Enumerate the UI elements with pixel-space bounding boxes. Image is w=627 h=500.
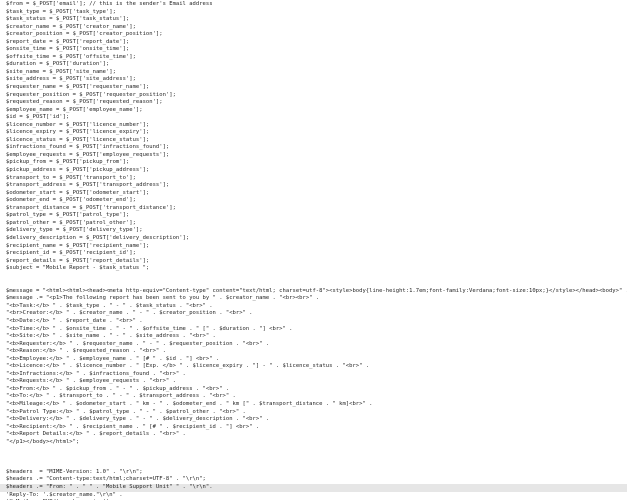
code-line: $from = $_POST['email']; // this is the …	[6, 1, 213, 7]
code-line: "<b>Task:</b> " . $task_type . " - " . $…	[6, 302, 213, 309]
code-line: "<b>Delivery:</b> " . $delivery_type . "…	[6, 416, 270, 423]
code-line: "<b>Requests:</b> " . $employee_requests…	[6, 378, 176, 385]
code-line: $odometer_start = $_POST['odometer_start…	[6, 189, 150, 196]
code-line: $onsite_time = $_POST['onsite_time'];	[6, 46, 130, 53]
code-line: "<b>Report Details:</b> " . $report_deta…	[6, 431, 186, 438]
code-line: $recipient_name = $_POST['recipient_name…	[6, 242, 150, 249]
code-line: $transport_address = $_POST['transport_a…	[6, 182, 170, 189]
code-line: $licence_status = $_POST['licence_status…	[6, 136, 150, 143]
code-line: $site_name = $_POST['site_name'];	[6, 68, 116, 75]
code-line: "<b>Date:</b> " . $report_date . "<br>" …	[6, 317, 143, 324]
code-line: $patrol_other = $_POST['patrol_other'];	[6, 219, 136, 226]
code-line: $licence_expiry = $_POST['licence_expiry…	[6, 129, 150, 136]
code-line: $report_details = $_POST['report_details…	[6, 257, 150, 264]
code-line: $message .= "<p1>The following report ha…	[6, 295, 320, 302]
code-line: $subject = "Mobile Report - $task_status…	[6, 265, 150, 272]
code-line: $creator_name = $_POST['creator_name'];	[6, 23, 136, 30]
code-line: $delivery_type = $_POST['delivery_type']…	[6, 227, 143, 234]
code-line: "<b>From:</b> " . $pickup_from . " - " .…	[6, 385, 230, 392]
code-line: $requester_name = $_POST['requester_name…	[6, 84, 150, 91]
code-line: "<b>Mileage:</b> " . $odometer_start . "…	[6, 400, 373, 407]
code-line: $patrol_type = $_POST['patrol_type'];	[6, 212, 130, 219]
code-line: $licence_number = $_POST['licence_number…	[6, 121, 150, 128]
code-line: $duration = $_POST['duration'];	[6, 61, 110, 68]
code-line: $headers = "MIME-Version: 1.0" . "\r\n";	[6, 468, 143, 475]
code-line: $transport_distance = $_POST['transport_…	[6, 204, 176, 211]
code-line: $creator_position = $_POST['creator_posi…	[6, 31, 163, 38]
code-line: $requested_reason = $_POST['requested_re…	[6, 99, 163, 106]
code-line: $recipient_id = $_POST['recipient_id'];	[6, 250, 136, 257]
code-line: "<b>Infractions:</b> " . $infractions_fo…	[6, 370, 186, 377]
code-line: $odometer_end = $_POST['odometer_end'];	[6, 197, 136, 204]
code-line: "<b>Patrol Type:</b> " . $patrol_type . …	[6, 408, 246, 415]
code-line: $infractions_found = $_POST['infractions…	[6, 144, 170, 151]
code-line: $offsite_time = $_POST['offsite_time'];	[6, 53, 136, 60]
code-editor[interactable]: $from = $_POST['email']; // this is the …	[0, 0, 627, 500]
code-line: $site_address = $_POST['site_address'];	[6, 76, 136, 83]
code-line: $transport_to = $_POST['transport_to'];	[6, 174, 136, 181]
code-line: $pickup_from = $_POST['pickup_from'];	[6, 159, 130, 166]
code-line: $delivery_description = $_POST['delivery…	[6, 234, 190, 241]
code-line: "</p1></body></html>";	[6, 438, 80, 445]
code-line-highlighted: $headers .= "From: " . " " . "Mobile Sup…	[0, 484, 627, 492]
code-line: $report_date = $_POST['report_date'];	[6, 38, 130, 45]
code-line: 'Reply-To: '.$creator_name."\r\n" .	[6, 491, 123, 498]
code-line: "<br>Creator:</b> " . $creator_name . " …	[6, 310, 253, 317]
code-line: $task_type = $_POST['task_type'];	[6, 8, 116, 15]
code-line: "<b>Time:</b> " . $onsite_time . " - " .…	[6, 325, 293, 332]
code-line: $task_status = $_POST['task_status'];	[6, 16, 130, 23]
code-line: $headers .= "Content-type:text/html;char…	[6, 476, 206, 483]
code-line: "<b>Recipient:</b> " . $recipient_name .…	[6, 423, 260, 430]
code-line: $id = $_POST['id'];	[6, 114, 70, 121]
code-line: "<b>Licence:</b> " . $licence_number . "…	[6, 363, 370, 370]
code-line: $message = "<html><html><head><meta http…	[6, 287, 627, 294]
code-line: "<b>Reason:</b> " . $requested_reason . …	[6, 348, 166, 355]
code-line: "<b>Site:</b> " . $site_name . " - " . $…	[6, 333, 216, 340]
code-line: $employee_name = $_POST['employee_name']…	[6, 106, 143, 113]
code-line: $employee_requests = $_POST['employee_re…	[6, 151, 170, 158]
code-line: $requester_position = $_POST['requester_…	[6, 91, 176, 98]
code-line: "<b>Employee:</b> " . $employee_name . "…	[6, 355, 220, 362]
code-line: $pickup_address = $_POST['pickup_address…	[6, 167, 150, 174]
code-line: "<b>To:</b> " . $transport_to . " - " . …	[6, 393, 236, 400]
code-line: "<b>Requester:</b> " . $requester_name .…	[6, 340, 270, 347]
